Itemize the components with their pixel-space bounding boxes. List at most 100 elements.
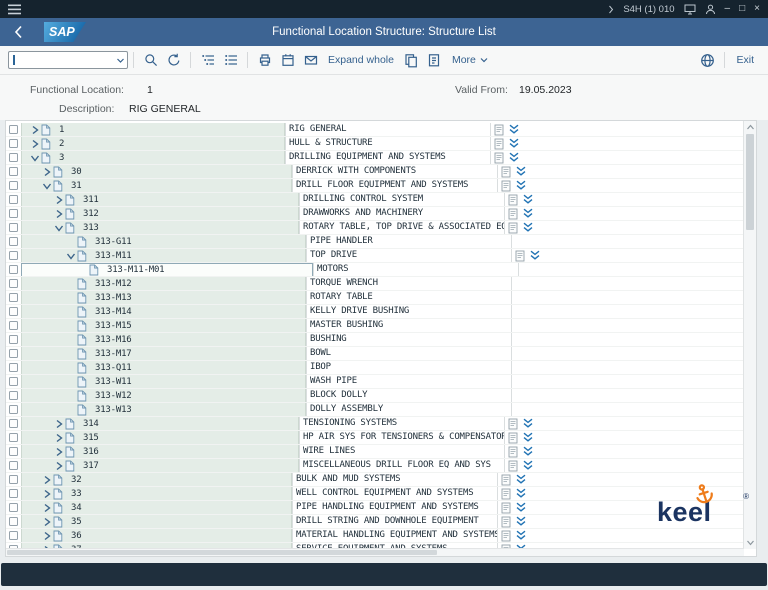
user-icon[interactable] (705, 4, 716, 15)
row-checkbox[interactable] (9, 405, 18, 414)
double-chevron-down-icon[interactable] (529, 250, 541, 261)
copy-icon[interactable] (401, 50, 422, 71)
double-chevron-down-icon[interactable] (508, 138, 520, 149)
expand-whole-button[interactable]: Expand whole (322, 54, 400, 66)
expander-icon[interactable] (54, 433, 64, 443)
row-checkbox[interactable] (9, 335, 18, 344)
clipboard-icon[interactable] (508, 208, 518, 220)
row-id[interactable]: 34 (71, 502, 81, 514)
tree-id-cell[interactable] (21, 277, 306, 291)
row-checkbox[interactable] (9, 517, 18, 526)
double-chevron-down-icon[interactable] (522, 446, 534, 457)
tree-id-cell[interactable] (21, 333, 306, 347)
row-description[interactable]: RIG GENERAL (285, 123, 491, 137)
row-id[interactable]: 36 (71, 530, 81, 542)
vertical-scroll-thumb[interactable] (746, 134, 754, 230)
row-id[interactable]: 314 (83, 418, 99, 430)
tree-id-cell[interactable] (21, 389, 306, 403)
row-id[interactable]: 30 (71, 166, 81, 178)
horizontal-scroll-thumb[interactable] (7, 550, 437, 555)
clipboard-icon[interactable] (501, 180, 511, 192)
double-chevron-down-icon[interactable] (522, 194, 534, 205)
item-list-icon[interactable] (220, 50, 241, 71)
double-chevron-down-icon[interactable] (515, 180, 527, 191)
row-checkbox[interactable] (9, 209, 18, 218)
minimize-button[interactable]: – (725, 0, 731, 18)
row-checkbox[interactable] (9, 153, 18, 162)
expander-icon[interactable] (54, 461, 64, 471)
combo-dropdown-icon[interactable] (116, 56, 125, 65)
double-chevron-down-icon[interactable] (522, 460, 534, 471)
tree-id-cell[interactable] (21, 305, 306, 319)
row-description[interactable]: BLOCK DOLLY (306, 389, 512, 403)
row-description[interactable]: BULK AND MUD SYSTEMS (292, 473, 498, 487)
clipboard-icon[interactable] (501, 502, 511, 514)
row-description[interactable]: MASTER BUSHING (306, 319, 512, 333)
more-button[interactable]: More (446, 54, 495, 66)
row-description[interactable]: BOWL (306, 347, 512, 361)
send-icon[interactable] (300, 50, 321, 71)
row-checkbox[interactable] (9, 321, 18, 330)
row-description[interactable]: DRILL STRING AND DOWNHOLE EQUIPMENT (292, 515, 498, 529)
row-checkbox[interactable] (9, 475, 18, 484)
row-description[interactable]: DRILLING EQUIPMENT AND SYSTEMS (285, 151, 491, 165)
expander-icon[interactable] (42, 503, 52, 513)
row-checkbox[interactable] (9, 279, 18, 288)
expander-icon[interactable] (30, 125, 40, 135)
row-id[interactable]: 313-M11 (95, 250, 132, 262)
expander-icon[interactable] (54, 195, 64, 205)
menu-icon[interactable] (8, 4, 21, 15)
row-description[interactable]: IBOP (306, 361, 512, 375)
expander-icon[interactable] (30, 153, 40, 163)
row-id[interactable]: 2 (59, 138, 64, 150)
clipboard-icon[interactable] (494, 138, 504, 150)
clipboard-icon[interactable] (501, 474, 511, 486)
double-chevron-down-icon[interactable] (522, 222, 534, 233)
row-id[interactable]: 32 (71, 474, 81, 486)
row-description[interactable]: WIRE LINES (299, 445, 505, 459)
row-checkbox[interactable] (9, 419, 18, 428)
expander-icon[interactable] (42, 489, 52, 499)
clipboard-icon[interactable] (508, 432, 518, 444)
row-description[interactable]: DRAWWORKS AND MACHINERY (299, 207, 505, 221)
row-id[interactable]: 313-M15 (95, 320, 132, 332)
row-checkbox[interactable] (9, 447, 18, 456)
row-id[interactable]: 313-W12 (95, 390, 132, 402)
clipboard-icon[interactable] (494, 124, 504, 136)
row-id[interactable]: 311 (83, 194, 99, 206)
calendar-icon[interactable] (277, 50, 298, 71)
tree-id-cell[interactable] (21, 361, 306, 375)
row-checkbox[interactable] (9, 125, 18, 134)
row-checkbox[interactable] (9, 489, 18, 498)
clipboard-icon[interactable] (508, 222, 518, 234)
row-checkbox[interactable] (9, 181, 18, 190)
expander-icon[interactable] (30, 139, 40, 149)
double-chevron-down-icon[interactable] (522, 208, 534, 219)
row-description[interactable]: ROTARY TABLE (306, 291, 512, 305)
row-description[interactable]: KELLY DRIVE BUSHING (306, 305, 512, 319)
row-description[interactable]: TENSIONING SYSTEMS (299, 417, 505, 431)
double-chevron-down-icon[interactable] (508, 124, 520, 135)
double-chevron-down-icon[interactable] (515, 516, 527, 527)
expander-icon[interactable] (42, 531, 52, 541)
expander-icon[interactable] (54, 447, 64, 457)
row-description[interactable]: WASH PIPE (306, 375, 512, 389)
row-id[interactable]: 3 (59, 152, 64, 164)
row-description[interactable]: DERRICK WITH COMPONENTS (292, 165, 498, 179)
row-checkbox[interactable] (9, 167, 18, 176)
print-icon[interactable] (254, 50, 275, 71)
row-checkbox[interactable] (9, 363, 18, 372)
row-id[interactable]: 35 (71, 516, 81, 528)
row-checkbox[interactable] (9, 307, 18, 316)
row-checkbox[interactable] (9, 223, 18, 232)
scroll-down-icon[interactable] (746, 538, 755, 547)
tree-id-cell[interactable] (21, 375, 306, 389)
tree-id-cell[interactable] (21, 319, 306, 333)
double-chevron-down-icon[interactable] (515, 474, 527, 485)
row-checkbox[interactable] (9, 433, 18, 442)
clipboard-icon[interactable] (501, 488, 511, 500)
clipboard-icon[interactable] (494, 152, 504, 164)
double-chevron-down-icon[interactable] (508, 152, 520, 163)
horizontal-scrollbar[interactable] (6, 548, 744, 556)
row-id[interactable]: 313-M13 (95, 292, 132, 304)
